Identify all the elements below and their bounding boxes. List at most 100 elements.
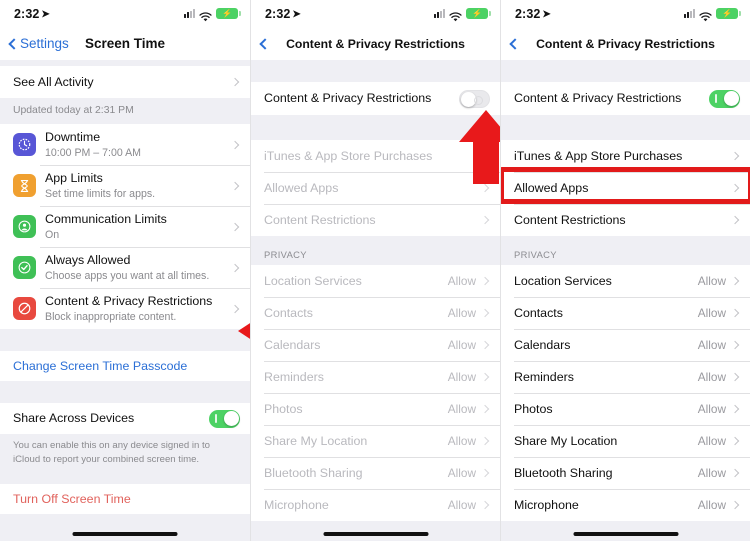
settings-scroll-area[interactable]: See All Activity Updated today at 2:31 P… [0,60,250,541]
row-value: Allow [697,370,726,384]
row-body: Turn Off Screen Time [13,486,240,513]
chevron-right-icon [480,468,490,478]
row-value: Allow [447,274,476,288]
row-always-allowed[interactable]: Always Allowed Choose apps you want at a… [0,247,250,289]
battery-charging-icon: ⚡ [716,8,741,19]
row-value: Allow [447,434,476,448]
row-share-across-devices[interactable]: Share Across Devices [0,403,250,435]
row-calendars[interactable]: Calendars Allow [251,329,500,361]
status-bar-time: 2:32 ➤ [14,7,50,21]
chevron-right-icon [230,263,240,272]
row-sublabel: Set time limits for apps. [45,187,156,200]
chevron-right-icon [730,215,740,225]
share-across-devices-toggle[interactable] [209,409,240,428]
status-bar-time: 2:32 ➤ [515,7,551,21]
row-label: Downtime [45,130,101,144]
row-content-restrictions[interactable]: Content Restrictions [501,204,750,236]
row-body: Share Across Devices [13,405,209,432]
row-turn-off-screen-time[interactable]: Turn Off Screen Time [0,483,250,514]
row-microphone[interactable]: Microphone Allow [251,489,500,521]
row-bluetooth-sharing[interactable]: Bluetooth Sharing Allow [501,457,750,489]
back-button[interactable] [259,37,271,50]
chevron-right-icon [730,500,740,510]
check-badge-icon [13,256,36,280]
row-label: See All Activity [13,74,94,89]
status-bar-indicators: ⚡ [184,8,241,21]
back-button-settings[interactable]: Settings [8,36,69,51]
row-label: Content & Privacy Restrictions [264,91,432,106]
row-reminders[interactable]: Reminders Allow [501,361,750,393]
chevron-right-icon [230,140,240,149]
row-value: Allow [697,498,726,512]
row-communication-limits[interactable]: Communication Limits On [0,206,250,248]
row-content-restrictions[interactable]: Content Restrictions [251,204,500,236]
three-phone-screenshot-stage: 2:32 ➤ ⚡ Settings Screen Time See All Ac… [0,0,750,541]
spacer [501,60,750,82]
chevron-right-icon [230,77,240,87]
status-bar: 2:32 ➤ ⚡ [501,0,750,27]
content-privacy-restrictions-toggle[interactable] [709,89,740,108]
wifi-icon [699,9,712,21]
row-itunes-app-store-purchases[interactable]: iTunes & App Store Purchases [501,140,750,172]
row-downtime[interactable]: Downtime 10:00 PM – 7:00 AM [0,124,250,166]
row-microphone[interactable]: Microphone Allow [501,489,750,521]
row-content-privacy-restrictions[interactable]: Content & Privacy Restrictions Block ina… [0,288,250,330]
row-location-services[interactable]: Location Services Allow [501,265,750,297]
location-arrow-icon: ➤ [542,8,551,20]
chevron-right-icon [480,404,490,414]
row-allowed-apps[interactable]: Allowed Apps [501,172,750,204]
row-sublabel: On [45,228,60,241]
phone-screen-restrictions-on: 2:32➤ ⚡ Content & Privacy Restrictions [500,0,750,541]
nav-bar: Content & Privacy Restrictions [251,27,500,60]
row-label: Microphone [264,497,329,512]
row-value: Allow [447,370,476,384]
row-body: Content & Privacy Restrictions Block ina… [45,288,232,329]
back-button-label: Settings [20,36,69,51]
red-up-arrow-annotation [457,108,500,186]
back-button[interactable] [509,37,521,50]
row-photos[interactable]: Photos Allow [501,393,750,425]
row-calendars[interactable]: Calendars Allow [501,329,750,361]
spacer [0,475,250,484]
row-contacts[interactable]: Contacts Allow [251,297,500,329]
row-value: Allow [697,306,726,320]
chevron-right-icon [730,468,740,478]
phone-screen-restrictions-off: 2:32➤ ⚡ Content & Privacy Restrictions [250,0,500,541]
row-value: Allow [697,274,726,288]
settings-scroll-area[interactable]: Content & Privacy Restrictions iTunes & … [501,60,750,541]
content-privacy-restrictions-toggle[interactable] [459,89,490,108]
chevron-right-icon [480,436,490,446]
row-label: Turn Off Screen Time [13,491,131,506]
chevron-left-icon [509,37,521,50]
row-change-screen-time-passcode[interactable]: Change Screen Time Passcode [0,351,250,382]
row-body: Calendars [264,332,448,359]
row-sublabel: Choose apps you want at all times. [45,269,210,282]
status-bar-indicators: ⚡ [434,8,491,21]
row-share-my-location[interactable]: Share My Location Allow [251,425,500,457]
chevron-right-icon [730,151,740,161]
row-body: Reminders [264,364,448,391]
location-arrow-icon: ➤ [41,8,50,20]
row-bluetooth-sharing[interactable]: Bluetooth Sharing Allow [251,457,500,489]
row-photos[interactable]: Photos Allow [251,393,500,425]
row-value: Allow [697,466,726,480]
row-content-privacy-restrictions-toggle[interactable]: Content & Privacy Restrictions [501,82,750,115]
row-contacts[interactable]: Contacts Allow [501,297,750,329]
wifi-icon [199,9,212,21]
group-privacy: Location Services Allow Contacts Allow C… [251,265,500,521]
row-body: Content & Privacy Restrictions [264,85,459,112]
spacer [251,60,500,82]
downtime-clock-icon [13,133,36,157]
row-body: Bluetooth Sharing [264,460,448,487]
row-reminders[interactable]: Reminders Allow [251,361,500,393]
updated-timestamp: Updated today at 2:31 PM [0,98,250,124]
spacer [0,381,250,404]
row-body: App Limits Set time limits for apps. [45,165,232,206]
row-body: Microphone [514,492,698,519]
row-share-my-location[interactable]: Share My Location Allow [501,425,750,457]
spacer [0,329,250,352]
row-body: See All Activity [13,69,232,96]
row-app-limits[interactable]: App Limits Set time limits for apps. [0,165,250,207]
row-see-all-activity[interactable]: See All Activity [0,66,250,98]
row-location-services[interactable]: Location Services Allow [251,265,500,297]
